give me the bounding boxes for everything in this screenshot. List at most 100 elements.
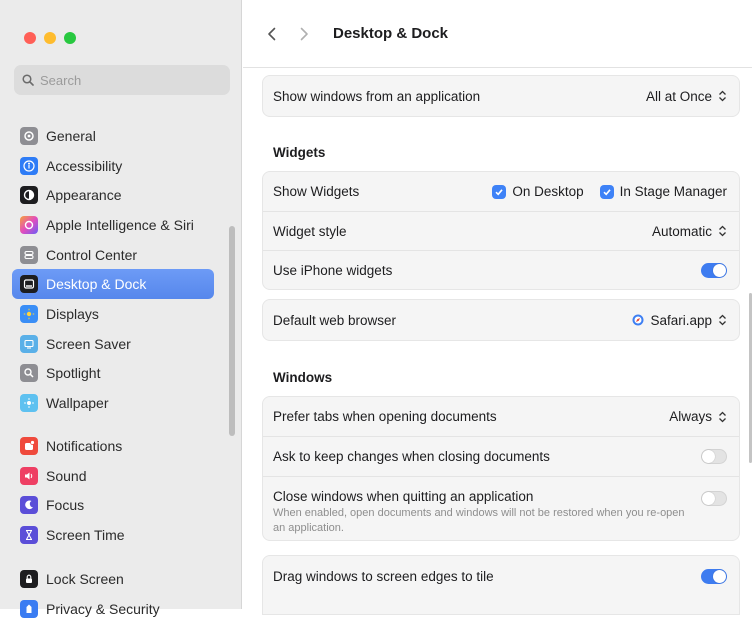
popup-value: Always — [669, 409, 712, 424]
group-app-windows: Show windows from an application All at … — [262, 75, 740, 117]
checkbox-label: In Stage Manager — [619, 184, 727, 199]
close-window-button[interactable] — [24, 32, 36, 44]
row-show-widgets: Show Widgets On Desktop In Stage Manager — [263, 172, 739, 211]
page-title: Desktop & Dock — [333, 25, 449, 42]
sidebar-item-label: Screen Saver — [46, 335, 131, 352]
sidebar-item-control-center[interactable]: Control Center — [12, 240, 214, 270]
sidebar-item-label: Apple Intelligence & Siri — [46, 216, 194, 233]
gear-icon — [20, 126, 38, 145]
sidebar-item-screen-saver[interactable]: Screen Saver — [12, 329, 214, 359]
back-button[interactable] — [263, 24, 281, 44]
row-widget-style: Widget style Automatic — [263, 211, 739, 250]
search-input[interactable] — [40, 72, 220, 88]
sidebar-item-label: Displays — [46, 305, 99, 322]
chevron-right-icon — [300, 27, 308, 40]
popup-value: All at Once — [645, 88, 712, 104]
popup-value: Automatic — [651, 223, 712, 239]
sidebar-item-desktop-dock[interactable]: Desktop & Dock — [12, 269, 214, 300]
sidebar-item-notifications[interactable]: Notifications — [12, 431, 214, 461]
sidebar-item-appearance[interactable]: Appearance — [12, 180, 214, 210]
spotlight-icon — [20, 364, 38, 383]
sidebar-item-screen-time[interactable]: Screen Time — [12, 520, 214, 550]
updown-chevron-icon — [719, 90, 726, 102]
row-show-windows: Show windows from an application All at … — [263, 76, 739, 116]
toolbar: Desktop & Dock — [243, 0, 752, 68]
close-windows-toggle[interactable] — [701, 491, 727, 506]
settings-window: General Accessibility Appearance Apple I… — [0, 0, 752, 618]
main-pane: Desktop & Dock Show windows from an appl… — [243, 0, 752, 615]
sidebar-item-label: Control Center — [46, 246, 138, 263]
group-widgets: Show Widgets On Desktop In Stage Manager… — [262, 171, 740, 290]
sidebar-item-spotlight[interactable]: Spotlight — [12, 359, 214, 389]
toggle-knob — [713, 263, 726, 277]
row-label: Ask to keep changes when closing documen… — [273, 449, 550, 464]
sidebar-item-label: Wallpaper — [46, 395, 109, 412]
sidebar-item-general[interactable]: General — [12, 121, 214, 151]
sidebar-item-label: General — [46, 127, 96, 144]
wallpaper-icon — [20, 394, 38, 413]
sidebar-group-system: General Accessibility Appearance Apple I… — [12, 121, 214, 418]
screen-saver-icon — [20, 334, 38, 353]
sidebar-item-label: Focus — [46, 497, 85, 514]
sidebar-group-notifications: Notifications Sound Focus Screen Time — [12, 431, 214, 550]
siri-icon — [20, 215, 38, 234]
row-close-windows: Close windows when quitting an applicati… — [263, 476, 739, 540]
row-label: Show Widgets — [273, 184, 360, 199]
sidebar-item-lock-screen[interactable]: Lock Screen — [12, 564, 214, 594]
forward-button[interactable] — [295, 24, 313, 44]
search-icon — [22, 74, 34, 86]
sidebar-item-label: Notifications — [46, 437, 123, 454]
sidebar-item-label: Spotlight — [46, 365, 101, 382]
row-label: Close windows when quitting an applicati… — [273, 489, 534, 504]
show-windows-popup[interactable]: All at Once — [646, 89, 727, 104]
iphone-widgets-toggle[interactable] — [701, 262, 727, 278]
row-drag-tile: Drag windows to screen edges to tile — [263, 556, 739, 596]
accessibility-icon — [20, 156, 38, 175]
appearance-icon — [20, 186, 38, 205]
sidebar-item-label: Lock Screen — [46, 570, 124, 587]
updown-chevron-icon — [719, 411, 726, 422]
row-ask-keep-changes: Ask to keep changes when closing documen… — [263, 436, 739, 476]
sidebar-item-wallpaper[interactable]: Wallpaper — [12, 388, 214, 418]
sidebar-item-displays[interactable]: Displays — [12, 299, 214, 329]
sidebar-item-focus[interactable]: Focus — [12, 490, 214, 520]
checkmark-icon — [599, 184, 614, 199]
sidebar-scrollbar[interactable] — [229, 226, 235, 436]
sidebar-item-label: Desktop & Dock — [46, 276, 147, 293]
row-label: Widget style — [273, 223, 347, 239]
section-heading-windows: Windows — [273, 370, 333, 385]
row-label: Prefer tabs when opening documents — [273, 409, 497, 424]
row-default-browser: Default web browser Safari.app — [263, 300, 739, 340]
sidebar-item-privacy-security[interactable]: Privacy & Security — [12, 594, 214, 623]
row-description: When enabled, open documents and windows… — [273, 507, 685, 534]
sidebar-item-accessibility[interactable]: Accessibility — [12, 151, 214, 181]
displays-icon — [20, 304, 38, 323]
search-field[interactable] — [14, 65, 230, 95]
row-text: Close windows when quitting an applicati… — [273, 489, 701, 536]
sidebar-item-apple-intelligence-siri[interactable]: Apple Intelligence & Siri — [12, 210, 214, 240]
chevron-left-icon — [268, 27, 276, 40]
row-prefer-tabs: Prefer tabs when opening documents Alway… — [263, 397, 739, 436]
zoom-window-button[interactable] — [64, 32, 76, 44]
checkbox-on-desktop[interactable]: On Desktop — [492, 184, 584, 199]
prefer-tabs-popup[interactable]: Always — [669, 409, 727, 424]
sidebar-item-label: Sound — [46, 467, 87, 484]
focus-icon — [20, 496, 38, 515]
sidebar-item-sound[interactable]: Sound — [12, 461, 214, 491]
control-center-icon — [20, 245, 38, 264]
default-browser-popup[interactable]: Safari.app — [632, 313, 727, 328]
notifications-icon — [20, 436, 38, 455]
group-tiling: Drag windows to screen edges to tile — [262, 555, 740, 615]
minimize-window-button[interactable] — [44, 32, 56, 44]
checkmark-icon — [492, 184, 507, 199]
ask-keep-changes-toggle[interactable] — [701, 449, 727, 464]
widget-style-popup[interactable]: Automatic — [652, 224, 727, 239]
drag-tile-toggle[interactable] — [701, 568, 727, 584]
row-label: Default web browser — [273, 312, 397, 328]
dock-icon — [20, 275, 38, 294]
checkbox-in-stage-manager[interactable]: In Stage Manager — [599, 184, 727, 199]
sidebar-item-label: Accessibility — [46, 157, 123, 174]
updown-chevron-icon — [719, 225, 726, 237]
screen-time-icon — [20, 525, 38, 544]
sidebar-group-security: Lock Screen Privacy & Security — [12, 564, 214, 623]
